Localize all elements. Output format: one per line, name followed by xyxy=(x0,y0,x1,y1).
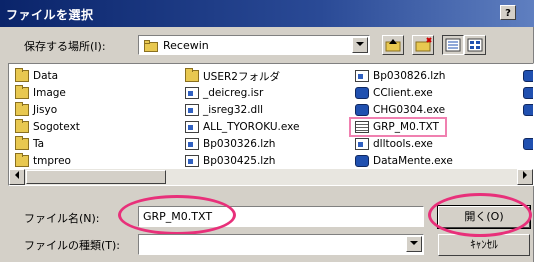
list-item-label: CClient.exe xyxy=(373,87,433,99)
shortcut-icon xyxy=(185,121,199,133)
arrow-left-icon xyxy=(15,171,19,179)
list-item-label: Jisyo xyxy=(33,104,58,116)
list-item[interactable]: ALL_TYOROKU.exe xyxy=(185,119,299,135)
folder-icon xyxy=(15,102,29,116)
list-item[interactable]: Data xyxy=(15,68,58,84)
list-item-label: tmpreo xyxy=(33,155,71,167)
look-in-dropdown-button[interactable] xyxy=(352,37,368,53)
filetype-dropdown-button[interactable] xyxy=(406,236,422,252)
open-button[interactable]: 開く(O) xyxy=(437,205,531,229)
arrow-right-icon xyxy=(523,171,527,179)
list-item[interactable]: _isreg32.dll xyxy=(185,102,263,118)
list-item-label: Bp030425.lzh xyxy=(203,155,276,167)
look-in-value: Recewin xyxy=(163,39,209,52)
text-file-icon xyxy=(355,121,369,133)
list-item-label: Bp030826.lzh xyxy=(373,70,446,82)
list-item[interactable]: _deicreg.isr xyxy=(185,85,263,101)
horizontal-scrollbar[interactable] xyxy=(9,169,533,185)
application-icon xyxy=(523,138,533,150)
list-item[interactable]: Jisyo xyxy=(15,102,57,118)
list-item-selected[interactable]: GRP_M0.TXT xyxy=(355,119,439,135)
filetype-combo[interactable] xyxy=(138,234,424,255)
list-item[interactable]: Bp030425.lzh xyxy=(185,153,275,169)
cancel-button[interactable]: ｷｬﾝｾﾙ xyxy=(438,234,530,256)
list-item-label: Ta xyxy=(33,138,45,150)
list-item-label: CHG0304.exe xyxy=(373,104,446,116)
look-in-label: 保存する場所(I): xyxy=(24,40,106,53)
details-view-button[interactable] xyxy=(464,35,486,55)
list-item-label: _isreg32.dll xyxy=(203,104,264,116)
list-item-label: USER2フォルダ xyxy=(203,70,280,83)
help-button[interactable]: ? xyxy=(500,5,516,20)
list-item-label: Sogotext xyxy=(33,121,80,133)
list-item-label: GRP_M0.TXT xyxy=(373,121,439,133)
application-icon xyxy=(355,87,369,99)
list-item[interactable]: DataMente.exe xyxy=(355,153,453,169)
application-icon xyxy=(523,104,533,116)
list-view-button[interactable] xyxy=(442,35,464,55)
folder-icon xyxy=(15,85,29,99)
details-view-icon xyxy=(467,38,483,52)
list-item[interactable]: Sogotext xyxy=(15,119,80,135)
file-icon xyxy=(185,104,199,116)
folder-icon xyxy=(144,40,158,55)
list-item[interactable] xyxy=(523,136,533,152)
filename-label: ファイル名(N): xyxy=(24,212,100,225)
list-item-label: DataMente.exe xyxy=(373,155,453,167)
file-list[interactable]: Data Image Jisyo Sogotext Ta tmpreo USER… xyxy=(8,63,534,186)
look-in-row: 保存する場所(I): Recewin xyxy=(0,31,534,61)
list-item[interactable]: tmpreo xyxy=(15,153,71,169)
filetype-label: ファイルの種類(T): xyxy=(24,239,121,252)
look-in-combo[interactable]: Recewin xyxy=(138,35,370,55)
list-item[interactable] xyxy=(523,102,533,118)
archive-icon xyxy=(185,138,199,150)
list-item[interactable]: Image xyxy=(15,85,66,101)
up-folder-button[interactable] xyxy=(382,35,404,55)
file-open-dialog: ファイルを選択 ? 保存する場所(I): Recewin Data Image … xyxy=(0,0,534,262)
folder-icon xyxy=(185,68,199,82)
new-folder-button[interactable] xyxy=(412,35,434,55)
list-item-label: ALL_TYOROKU.exe xyxy=(203,121,300,133)
window-title: ファイルを選択 xyxy=(6,8,94,22)
folder-icon xyxy=(15,119,29,133)
folder-icon xyxy=(15,68,29,82)
application-icon xyxy=(523,87,533,99)
title-bar[interactable]: ファイルを選択 ? xyxy=(0,0,534,27)
list-item[interactable]: Bp030326.lzh xyxy=(185,136,275,152)
list-item[interactable]: CHG0304.exe xyxy=(355,102,445,118)
application-icon xyxy=(355,138,369,150)
new-folder-icon xyxy=(415,37,432,52)
scroll-right-button[interactable] xyxy=(517,169,533,185)
list-item[interactable] xyxy=(523,85,533,101)
archive-icon xyxy=(185,155,199,167)
scroll-thumb[interactable] xyxy=(26,170,166,184)
list-item-label: Bp030326.lzh xyxy=(203,138,276,150)
application-icon xyxy=(355,104,369,116)
chevron-down-icon xyxy=(410,241,418,245)
list-item-label: Image xyxy=(33,87,66,99)
application-icon xyxy=(523,70,533,82)
up-folder-icon xyxy=(385,39,401,52)
archive-icon xyxy=(355,70,369,82)
folder-icon xyxy=(15,136,29,150)
list-item[interactable] xyxy=(523,68,533,84)
folder-icon xyxy=(15,153,29,167)
list-item[interactable]: CClient.exe xyxy=(355,85,433,101)
filename-input[interactable]: GRP_M0.TXT xyxy=(138,206,424,227)
filename-value: GRP_M0.TXT xyxy=(143,210,213,223)
list-item-label: _deicreg.isr xyxy=(203,87,264,99)
list-item[interactable]: Bp030826.lzh xyxy=(355,68,445,84)
list-item[interactable]: Ta xyxy=(15,136,44,152)
list-item-label: Data xyxy=(33,70,59,82)
list-view-icon xyxy=(445,38,461,52)
list-item-label: dlltools.exe xyxy=(373,138,433,150)
application-icon xyxy=(355,155,369,167)
list-item[interactable]: USER2フォルダ xyxy=(185,68,280,84)
scroll-left-button[interactable] xyxy=(9,169,25,185)
file-icon xyxy=(185,87,199,99)
list-item[interactable]: dlltools.exe xyxy=(355,136,433,152)
